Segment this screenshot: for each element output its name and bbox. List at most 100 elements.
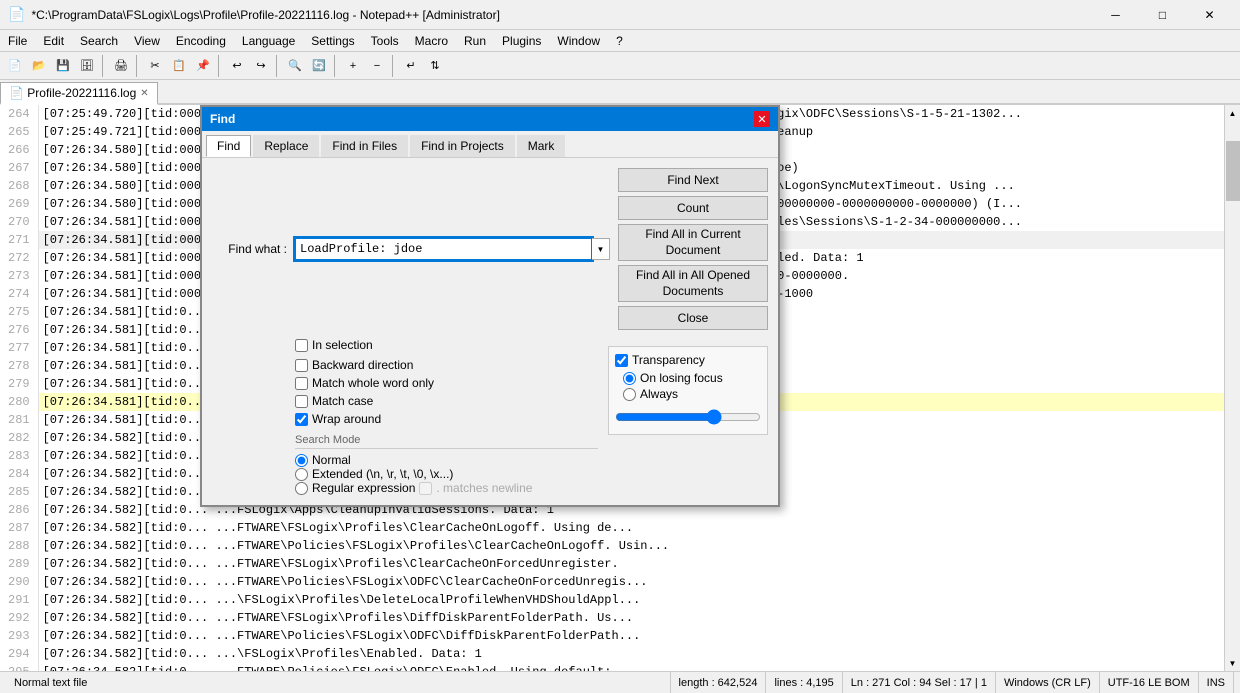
log-line[interactable]: [07:26:34.582][tid:0... ...\FSLogix\Prof… (39, 645, 1224, 663)
line-number: 283 (4, 447, 34, 465)
match-whole-word-checkbox[interactable] (295, 377, 308, 390)
tab-profile-log[interactable]: 📄 Profile-20221116.log ✕ (0, 82, 158, 105)
backward-direction-checkbox[interactable] (295, 359, 308, 372)
find-what-input[interactable] (295, 238, 592, 260)
wrap-around-checkbox[interactable] (295, 413, 308, 426)
menu-item-view[interactable]: View (126, 30, 168, 52)
log-line[interactable]: [07:26:34.582][tid:0... ...FTWARE\Polici… (39, 573, 1224, 591)
sync-button[interactable]: ⇅ (424, 55, 446, 77)
find-button[interactable]: 🔍 (284, 55, 306, 77)
find-dialog-close-button[interactable]: ✕ (754, 111, 770, 127)
line-numbers: 2642652662672682692702712722732742752762… (0, 105, 39, 671)
scroll-down-button[interactable]: ▼ (1225, 655, 1240, 671)
save-all-button[interactable]: 🗄 (76, 55, 98, 77)
always-radio[interactable] (623, 388, 636, 401)
find-tab[interactable]: Find (206, 135, 251, 157)
paste-button[interactable]: 📌 (192, 55, 214, 77)
log-line[interactable]: [07:26:34.582][tid:0... ...FTWARE\Polici… (39, 663, 1224, 671)
scroll-up-button[interactable]: ▲ (1225, 105, 1240, 121)
menu-item-encoding[interactable]: Encoding (168, 30, 234, 52)
match-case-checkbox[interactable] (295, 395, 308, 408)
find-options-row: In selection Backward direction (212, 338, 768, 495)
log-line[interactable]: [07:26:34.582][tid:0... ...\FSLogix\Prof… (39, 591, 1224, 609)
maximize-button[interactable]: □ (1140, 5, 1185, 25)
replace-tab[interactable]: Replace (253, 135, 319, 157)
scroll-thumb[interactable] (1226, 141, 1240, 201)
zoom-out-button[interactable]: − (366, 55, 388, 77)
search-mode-label: Search Mode (295, 434, 598, 449)
minimize-button[interactable]: ─ (1093, 5, 1138, 25)
menu-item-window[interactable]: Window (549, 30, 608, 52)
menu-item-search[interactable]: Search (72, 30, 126, 52)
log-line[interactable]: [07:26:34.582][tid:0... ...FTWARE\FSLogi… (39, 609, 1224, 627)
log-line[interactable]: [07:26:34.582][tid:0... ...FTWARE\Polici… (39, 627, 1224, 645)
count-button[interactable]: Count (618, 196, 768, 220)
print-button[interactable]: 🖨 (110, 55, 132, 77)
file-type-segment: Normal text file (6, 672, 671, 693)
always-row: Always (623, 387, 761, 401)
menu-item-language[interactable]: Language (234, 30, 303, 52)
tab-close-icon[interactable]: ✕ (140, 88, 148, 99)
extended-mode-radio[interactable] (295, 468, 308, 481)
match-whole-word-row: Match whole word only (295, 376, 434, 390)
menu-item-settings[interactable]: Settings (303, 30, 362, 52)
transparency-slider[interactable] (615, 409, 761, 425)
line-number: 270 (4, 213, 34, 231)
statusbar: Normal text file length : 642,524 lines … (0, 671, 1240, 693)
editor-area: 2642652662672682692702712722732742752762… (0, 105, 1240, 671)
in-selection-checkbox[interactable] (295, 339, 308, 352)
tab-label: 📄 Profile-20221116.log (9, 86, 136, 100)
open-button[interactable]: 📂 (28, 55, 50, 77)
length-segment: length : 642,524 (671, 672, 767, 693)
find-all-current-button[interactable]: Find All in CurrentDocument (618, 224, 768, 261)
new-button[interactable]: 📄 (4, 55, 26, 77)
matches-newline-checkbox (419, 482, 432, 495)
line-number: 277 (4, 339, 34, 357)
menu-item-file[interactable]: File (0, 30, 35, 52)
replace-button[interactable]: 🔄 (308, 55, 330, 77)
close-button[interactable]: Close (618, 306, 768, 330)
vertical-scrollbar[interactable]: ▲ ▼ (1224, 105, 1240, 671)
scroll-track[interactable] (1225, 121, 1240, 655)
line-number: 264 (4, 105, 34, 123)
menu-item-plugins[interactable]: Plugins (494, 30, 549, 52)
find-what-dropdown[interactable]: ▼ (592, 238, 610, 260)
lines-segment: lines : 4,195 (766, 672, 842, 693)
line-number: 295 (4, 663, 34, 671)
find-in-files-tab[interactable]: Find in Files (321, 135, 408, 157)
normal-mode-radio[interactable] (295, 454, 308, 467)
on-losing-focus-radio[interactable] (623, 372, 636, 385)
toolbar-separator-6 (392, 55, 396, 77)
mark-tab[interactable]: Mark (517, 135, 566, 157)
line-number: 280 (4, 393, 34, 411)
find-in-projects-tab[interactable]: Find in Projects (410, 135, 515, 157)
line-number: 266 (4, 141, 34, 159)
zoom-in-button[interactable]: + (342, 55, 364, 77)
regex-mode-radio[interactable] (295, 482, 308, 495)
menu-item-tools[interactable]: Tools (363, 30, 407, 52)
menu-item-edit[interactable]: Edit (35, 30, 72, 52)
find-what-row: Find what : ▼ Find Next Count Find All i… (212, 168, 768, 330)
menu-item-?[interactable]: ? (608, 30, 631, 52)
redo-button[interactable]: ↪ (250, 55, 272, 77)
copy-button[interactable]: 📋 (168, 55, 190, 77)
transparency-box: Transparency On losing focus Always (608, 346, 768, 435)
log-line[interactable]: [07:26:34.582][tid:0... ...FTWARE\Polici… (39, 537, 1224, 555)
line-number: 282 (4, 429, 34, 447)
log-line[interactable]: [07:26:34.582][tid:0... ...FTWARE\FSLogi… (39, 555, 1224, 573)
find-next-button[interactable]: Find Next (618, 168, 768, 192)
log-line[interactable]: [07:26:34.582][tid:0... ...FTWARE\FSLogi… (39, 519, 1224, 537)
toolbar-separator-4 (276, 55, 280, 77)
save-button[interactable]: 💾 (52, 55, 74, 77)
close-button[interactable]: ✕ (1187, 5, 1232, 25)
wrap-button[interactable]: ↵ (400, 55, 422, 77)
toolbar-separator-3 (218, 55, 222, 77)
menu-item-macro[interactable]: Macro (407, 30, 456, 52)
find-all-opened-button[interactable]: Find All in All OpenedDocuments (618, 265, 768, 302)
find-dialog-titlebar: Find ✕ (202, 107, 778, 131)
transparency-checkbox[interactable] (615, 354, 628, 367)
cut-button[interactable]: ✂ (144, 55, 166, 77)
undo-button[interactable]: ↩ (226, 55, 248, 77)
regex-mode-row: Regular expression . matches newline (295, 481, 598, 495)
menu-item-run[interactable]: Run (456, 30, 494, 52)
